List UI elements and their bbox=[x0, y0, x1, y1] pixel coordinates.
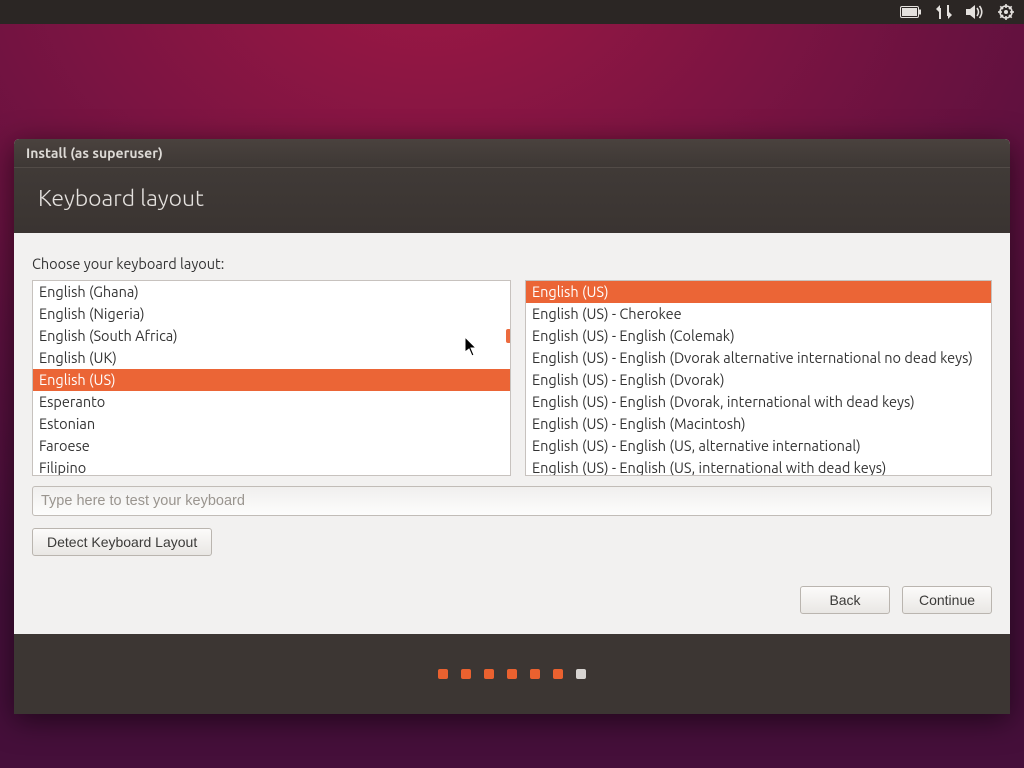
list-item[interactable]: English (US) - English (Dvorak) bbox=[526, 369, 991, 391]
network-icon[interactable] bbox=[936, 5, 952, 19]
list-item[interactable]: English (US) - English (US, alternative … bbox=[526, 435, 991, 457]
choose-label: Choose your keyboard layout: bbox=[32, 255, 992, 272]
pager-dot bbox=[507, 669, 517, 679]
installer-window: Install (as superuser) Keyboard layout C… bbox=[14, 139, 1010, 714]
scrollbar-thumb[interactable] bbox=[506, 329, 511, 343]
variant-listbox[interactable]: English (US)English (US) - CherokeeEngli… bbox=[525, 280, 992, 476]
back-button[interactable]: Back bbox=[800, 586, 890, 614]
list-item[interactable]: Estonian bbox=[33, 413, 510, 435]
pager-dot bbox=[576, 669, 586, 679]
progress-dots bbox=[14, 634, 1010, 714]
power-icon[interactable] bbox=[998, 4, 1014, 20]
pager-dot bbox=[461, 669, 471, 679]
detect-keyboard-button[interactable]: Detect Keyboard Layout bbox=[32, 528, 212, 556]
battery-icon[interactable] bbox=[900, 6, 922, 18]
nav-button-row: Back Continue bbox=[32, 586, 992, 614]
pager-dot bbox=[530, 669, 540, 679]
pager-dot bbox=[553, 669, 563, 679]
list-item[interactable]: Esperanto bbox=[33, 391, 510, 413]
language-listbox[interactable]: English (Ghana)English (Nigeria)English … bbox=[32, 280, 511, 476]
test-keyboard-input[interactable] bbox=[32, 486, 992, 516]
pager-dot bbox=[484, 669, 494, 679]
pager-dot bbox=[438, 669, 448, 679]
list-item[interactable]: English (US) - English (Colemak) bbox=[526, 325, 991, 347]
list-item[interactable]: English (US) - English (US, internationa… bbox=[526, 457, 991, 475]
volume-icon[interactable] bbox=[966, 5, 984, 19]
top-menubar bbox=[0, 0, 1024, 24]
layout-lists: English (Ghana)English (Nigeria)English … bbox=[32, 280, 992, 476]
list-item[interactable]: English (Ghana) bbox=[33, 281, 510, 303]
window-title: Install (as superuser) bbox=[14, 139, 1010, 167]
list-item[interactable]: English (US) - English (Dvorak alternati… bbox=[526, 347, 991, 369]
content-area: Choose your keyboard layout: English (Gh… bbox=[14, 233, 1010, 634]
continue-button[interactable]: Continue bbox=[902, 586, 992, 614]
list-item[interactable]: Filipino bbox=[33, 457, 510, 475]
list-item[interactable]: English (South Africa) bbox=[33, 325, 510, 347]
list-item[interactable]: Faroese bbox=[33, 435, 510, 457]
list-item[interactable]: English (US) bbox=[526, 281, 991, 303]
list-item[interactable]: English (US) - Cherokee bbox=[526, 303, 991, 325]
list-item[interactable]: English (US) - English (Dvorak, internat… bbox=[526, 391, 991, 413]
list-item[interactable]: English (US) - English (Macintosh) bbox=[526, 413, 991, 435]
list-item[interactable]: English (UK) bbox=[33, 347, 510, 369]
list-item[interactable]: English (Nigeria) bbox=[33, 303, 510, 325]
page-title: Keyboard layout bbox=[14, 167, 1010, 233]
list-item[interactable]: English (US) bbox=[33, 369, 510, 391]
